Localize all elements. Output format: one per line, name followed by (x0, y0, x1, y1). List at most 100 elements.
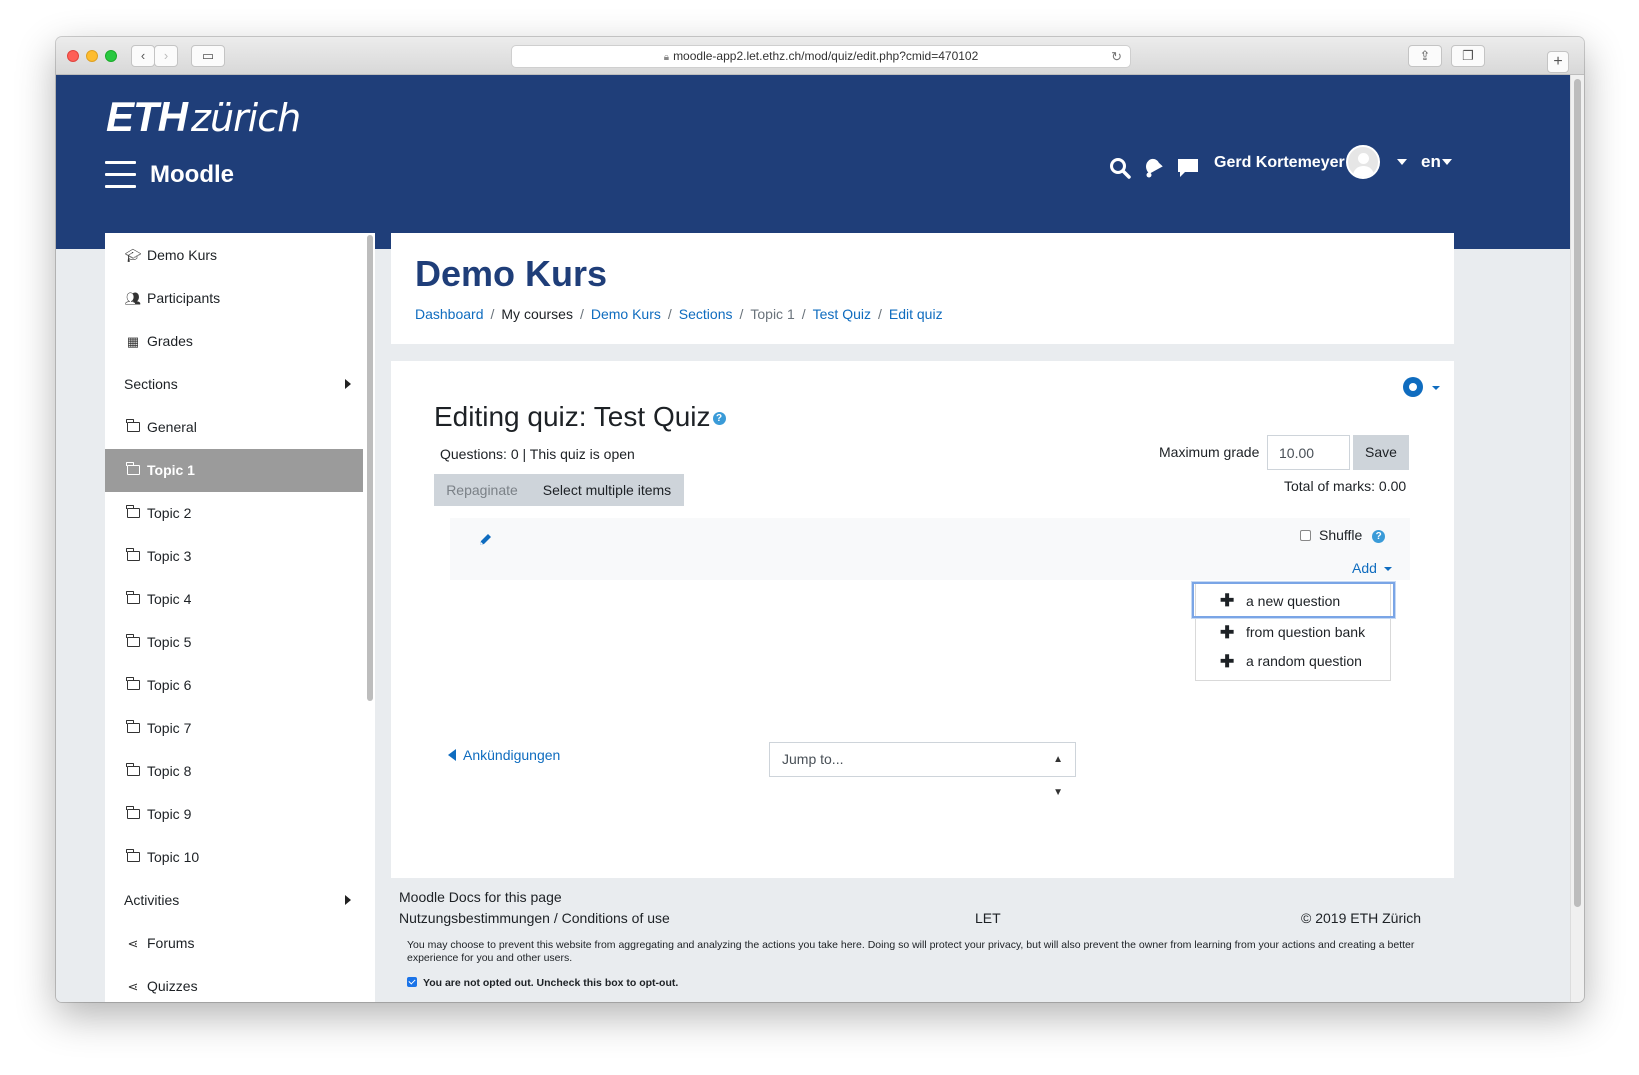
page-title: Demo Kurs (415, 253, 608, 294)
plus-icon: ✚ (1220, 652, 1235, 671)
users-icon: 👥︎ (124, 291, 142, 306)
user-name[interactable]: Gerd Kortemeyer (1214, 154, 1345, 172)
reload-icon[interactable]: ↻ (1111, 46, 1122, 67)
settings-menu[interactable] (1403, 377, 1443, 399)
user-avatar[interactable] (1346, 145, 1380, 179)
forward-button[interactable]: › (154, 45, 178, 67)
help-icon[interactable]: ? (1372, 529, 1386, 543)
minimize-window-button[interactable] (86, 50, 98, 62)
total-of-marks: Total of marks: 0.00 (1284, 478, 1407, 494)
sidebar-item-topic-8[interactable]: Topic 8 (105, 750, 363, 793)
share-icon: ⋖ (127, 979, 139, 994)
zoom-window-button[interactable] (105, 50, 117, 62)
breadcrumb-edit-quiz[interactable]: Edit quiz (889, 306, 943, 322)
add-from-question-bank-item[interactable]: ✚ from question bank (1196, 618, 1392, 647)
sidebar-item-sections[interactable]: Sections (105, 363, 363, 406)
editing-quiz-heading: Editing quiz: Test Quiz? (434, 401, 726, 433)
browser-titlebar: ‹ › ▭ 🔒︎ moodle-app2.let.ethz.ch/mod/quiz… (56, 37, 1584, 75)
sidebar-item-topic-10[interactable]: Topic 10 (105, 836, 363, 879)
select-arrows-icon: ▲ ▼ (1053, 754, 1063, 798)
site-header: ETH zürich Moodle Gerd Kortemeyer en (56, 75, 1570, 249)
bell-icon[interactable] (1141, 155, 1163, 179)
shuffle-checkbox[interactable] (1300, 529, 1311, 541)
share-icon: ⋖ (127, 936, 139, 951)
add-new-question-item[interactable]: ✚ a new question (1192, 582, 1395, 618)
menu-toggle-icon[interactable] (105, 161, 136, 188)
breadcrumb-dashboard[interactable]: Dashboard (415, 306, 484, 322)
expand-arrow-icon (345, 379, 351, 389)
breadcrumb-test-quiz[interactable]: Test Quiz (813, 306, 871, 322)
address-bar[interactable]: 🔒︎ moodle-app2.let.ethz.ch/mod/quiz/edit.… (511, 45, 1131, 68)
page-scrollbar[interactable] (1570, 75, 1584, 1002)
share-icon[interactable]: ⇪ (1408, 45, 1442, 67)
breadcrumb-demo-kurs[interactable]: Demo Kurs (591, 306, 661, 322)
sidebar-item-topic-9[interactable]: Topic 9 (105, 793, 363, 836)
sidebar-item-topic-3[interactable]: Topic 3 (105, 535, 363, 578)
folder-icon (124, 621, 142, 664)
folder-icon (124, 836, 142, 879)
messages-icon[interactable] (1176, 156, 1200, 180)
quiz-section: Shuffle ? Add (450, 518, 1410, 580)
opt-out-toggle[interactable]: You are not opted out. Uncheck this box … (407, 977, 678, 989)
jump-to-select[interactable]: Jump to... ▲ ▼ (769, 742, 1076, 798)
select-multiple-items-button[interactable]: Select multiple items (530, 474, 684, 506)
sidebar-item-grades[interactable]: ▦ Grades (105, 320, 363, 363)
maximum-grade-input[interactable] (1267, 435, 1350, 470)
sidebar-item-topic-4[interactable]: Topic 4 (105, 578, 363, 621)
site-name[interactable]: Moodle (150, 161, 234, 189)
close-window-button[interactable] (67, 50, 79, 62)
new-tab-icon[interactable]: + (1547, 51, 1569, 73)
opt-out-checkbox[interactable] (407, 977, 417, 988)
sidebar-item-topic-7[interactable]: Topic 7 (105, 707, 363, 750)
shuffle-toggle[interactable]: Shuffle ? (1300, 527, 1386, 543)
help-icon[interactable]: ? (712, 412, 726, 426)
add-dropdown-menu: ✚ a new question ✚ from question bank ✚ a r… (1192, 582, 1395, 681)
pencil-icon[interactable] (477, 532, 493, 548)
sidebar-scrollbar[interactable] (365, 233, 375, 1002)
save-button[interactable]: Save (1353, 435, 1409, 470)
folder-icon (124, 793, 142, 836)
folder-icon (124, 535, 142, 578)
sidebar-item-activities[interactable]: Activities (105, 879, 363, 922)
search-icon[interactable] (1109, 157, 1131, 179)
language-menu[interactable]: en (1421, 152, 1441, 172)
graduation-cap-icon: 🎓︎ (124, 248, 142, 263)
sidebar-item-topic-6[interactable]: Topic 6 (105, 664, 363, 707)
course-sidebar: 🎓︎ Demo Kurs 👥︎ Participants ▦ Grades Secti… (105, 233, 375, 1002)
breadcrumb-topic-1: Topic 1 (750, 306, 795, 322)
let-link[interactable]: LET (975, 910, 1001, 926)
folder-icon (124, 707, 142, 750)
sidebar-item-participants[interactable]: 👥︎ Participants (105, 277, 363, 320)
breadcrumb: Dashboard / My courses / Demo Kurs / Sections /… (415, 306, 943, 322)
privacy-notice: You may choose to prevent this website f… (407, 939, 1415, 964)
tabs-overview-icon[interactable]: ❐ (1451, 45, 1485, 67)
sidebar-toggle-icon[interactable]: ▭ (191, 45, 225, 67)
add-menu-toggle[interactable]: Add (1352, 560, 1392, 576)
page: ETH zürich Moodle Gerd Kortemeyer en 🎓︎ … (56, 75, 1570, 1002)
plus-icon: ✚ (1220, 623, 1235, 642)
maximum-grade-label: Maximum grade (1159, 444, 1260, 460)
breadcrumb-sections[interactable]: Sections (679, 306, 733, 322)
terms-link[interactable]: Nutzungsbestimmungen / Conditions of use (399, 910, 670, 926)
sidebar-item-topic-1[interactable]: Topic 1 (105, 449, 363, 492)
table-icon: ▦ (126, 334, 140, 349)
sidebar-item-topic-5[interactable]: Topic 5 (105, 621, 363, 664)
moodle-docs-link[interactable]: Moodle Docs for this page (399, 889, 562, 905)
language-caret-icon[interactable] (1442, 159, 1452, 165)
sidebar-item-topic-2[interactable]: Topic 2 (105, 492, 363, 535)
user-menu-caret-icon[interactable] (1397, 159, 1407, 165)
sidebar-item-quizzes[interactable]: ⋖ Quizzes (105, 965, 363, 1002)
sidebar-item-forums[interactable]: ⋖ Forums (105, 922, 363, 965)
previous-activity-link[interactable]: Ankündigungen (448, 747, 560, 763)
sidebar-item-general[interactable]: General (105, 406, 363, 449)
caret-down-icon (1383, 567, 1392, 572)
quiz-edit-card: Editing quiz: Test Quiz? Questions: 0 | … (391, 361, 1454, 878)
folder-icon (124, 449, 142, 492)
eth-logo[interactable]: ETH zürich (106, 93, 301, 141)
browser-window: ‹ › ▭ 🔒︎ moodle-app2.let.ethz.ch/mod/quiz… (56, 37, 1584, 1002)
repaginate-button[interactable]: Repaginate (434, 474, 530, 506)
add-random-question-item[interactable]: ✚ a random question (1196, 647, 1392, 676)
back-button[interactable]: ‹ (131, 45, 155, 67)
sidebar-item-demo-kurs[interactable]: 🎓︎ Demo Kurs (105, 234, 363, 277)
folder-icon (124, 750, 142, 793)
